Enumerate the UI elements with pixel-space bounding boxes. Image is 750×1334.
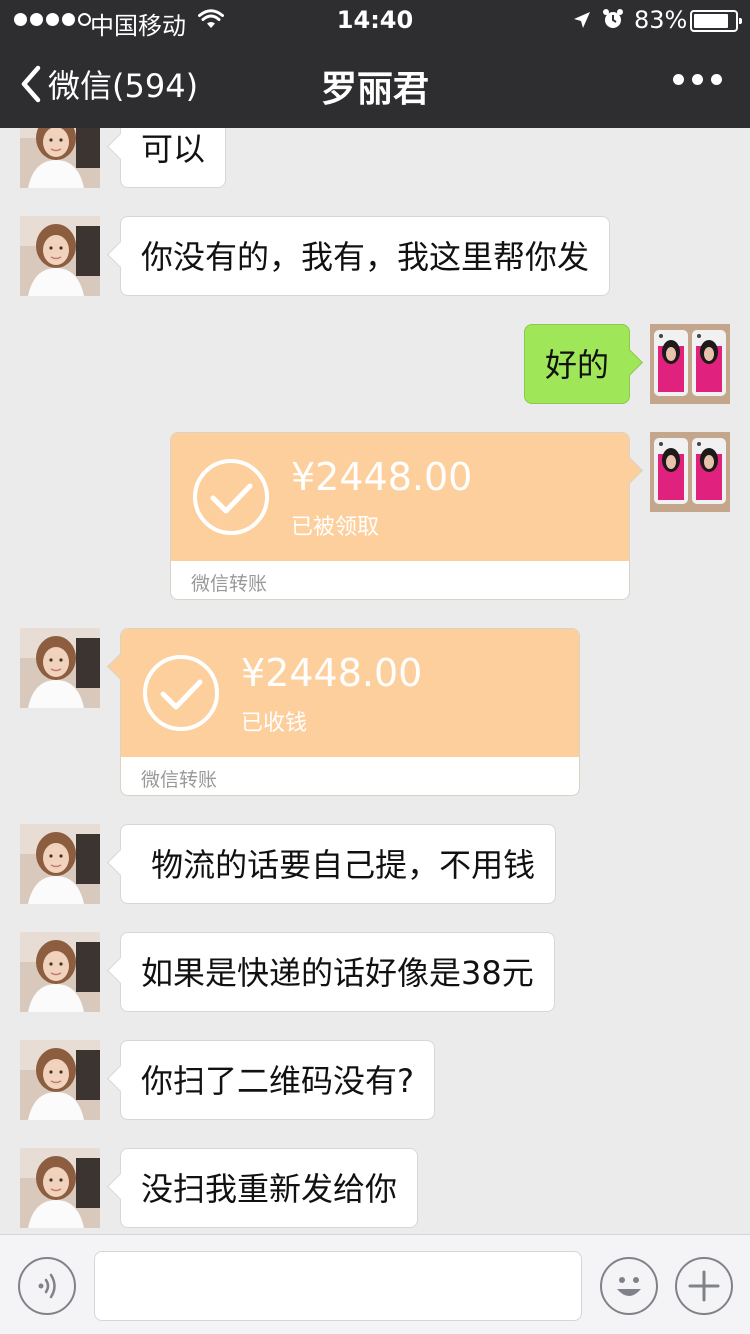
- received-text-bubble[interactable]: 物流的话要自己提，不用钱: [120, 824, 557, 904]
- chat-message-list[interactable]: 可以 你没有的，我有，我这里帮你发 好的 ¥2448.00 已被领取 微信转账 …: [0, 128, 750, 1234]
- transfer-amount: ¥2448.00: [241, 651, 423, 695]
- emoji-icon: [617, 1277, 641, 1296]
- message-input[interactable]: [94, 1251, 582, 1321]
- location-arrow-icon: [574, 12, 590, 28]
- contact-avatar[interactable]: [20, 128, 100, 188]
- voice-button[interactable]: [18, 1257, 76, 1315]
- contact-avatar[interactable]: [20, 1148, 100, 1228]
- contact-avatar[interactable]: [20, 216, 100, 296]
- sent-text-bubble[interactable]: 好的: [523, 324, 630, 404]
- sent-transfer-card[interactable]: ¥2448.00 已被领取 微信转账: [170, 432, 630, 600]
- voice-icon: [38, 1273, 56, 1299]
- contact-avatar[interactable]: [20, 824, 100, 904]
- contact-avatar[interactable]: [20, 1040, 100, 1120]
- nav-bar: 微信(594) 罗丽君: [0, 40, 750, 128]
- received-text-bubble[interactable]: 如果是快递的话好像是38元: [120, 932, 555, 1012]
- received-text-bubble[interactable]: 你没有的，我有，我这里帮你发: [120, 216, 611, 296]
- check-circle-icon: [141, 653, 221, 733]
- more-dots-icon[interactable]: [673, 74, 722, 85]
- contact-avatar[interactable]: [20, 628, 100, 708]
- transfer-label: 微信转账: [191, 573, 268, 595]
- received-text-bubble[interactable]: 没扫我重新发给你: [120, 1148, 419, 1228]
- received-text-bubble[interactable]: 你扫了二维码没有?: [120, 1040, 435, 1120]
- input-bar: [0, 1234, 750, 1334]
- my-avatar[interactable]: [650, 324, 730, 404]
- received-text-bubble[interactable]: 可以: [120, 128, 227, 188]
- plus-icon: [688, 1270, 720, 1302]
- transfer-status: 已收钱: [241, 711, 308, 736]
- transfer-status: 已被领取: [291, 515, 380, 540]
- chat-title: 罗丽君: [320, 69, 429, 110]
- status-bar: 中国移动 14:40 83%: [0, 0, 750, 40]
- transfer-amount: ¥2448.00: [291, 455, 473, 499]
- my-avatar[interactable]: [650, 432, 730, 512]
- contact-avatar[interactable]: [20, 932, 100, 1012]
- battery-icon: [690, 10, 742, 32]
- check-circle-icon: [191, 457, 271, 537]
- top-bar: 中国移动 14:40 83% 微信(594) 罗丽君: [0, 0, 750, 128]
- emoji-button[interactable]: [600, 1257, 658, 1315]
- received-transfer-card[interactable]: ¥2448.00 已收钱 微信转账: [120, 628, 580, 796]
- alarm-clock-icon: [603, 9, 623, 28]
- transfer-label: 微信转账: [141, 769, 218, 791]
- more-functions-button[interactable]: [675, 1257, 733, 1315]
- battery-percent: 83%: [634, 6, 688, 34]
